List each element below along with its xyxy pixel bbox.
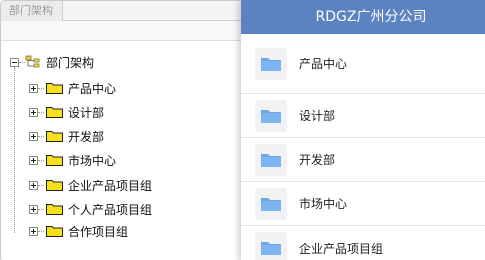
tree-item-label: 合作项目组 bbox=[68, 224, 129, 239]
collapse-icon[interactable] bbox=[10, 57, 19, 67]
blue-folder-icon bbox=[255, 48, 287, 80]
expand-icon[interactable] bbox=[29, 107, 38, 117]
tree-item-label: 产品中心 bbox=[68, 81, 117, 96]
org-tree-icon bbox=[25, 55, 40, 68]
tree-item-label: 企业产品项目组 bbox=[68, 178, 153, 193]
folder-icon bbox=[46, 180, 63, 191]
list-item-label: 设计部 bbox=[299, 109, 336, 123]
blue-folder-icon bbox=[255, 99, 287, 132]
list-item[interactable]: 开发部 bbox=[241, 138, 485, 182]
folder-icon bbox=[46, 83, 63, 94]
expand-icon[interactable] bbox=[29, 155, 38, 165]
tree-item-label: 个人产品项目组 bbox=[68, 202, 153, 217]
tree-item-label: 设计部 bbox=[68, 105, 105, 120]
expand-icon[interactable] bbox=[29, 83, 38, 93]
list-item[interactable]: 设计部 bbox=[241, 94, 485, 138]
tree-item-cooperation[interactable]: 合作项目组 bbox=[29, 221, 128, 241]
expand-icon[interactable] bbox=[29, 204, 38, 214]
expand-icon[interactable] bbox=[29, 131, 38, 141]
tree-root-label: 部门架构 bbox=[46, 55, 95, 70]
tree-item-label: 开发部 bbox=[68, 129, 105, 144]
list-item[interactable]: 市场中心 bbox=[241, 182, 485, 226]
folder-icon bbox=[46, 204, 63, 215]
tree-item-product-center[interactable]: 产品中心 bbox=[29, 78, 116, 98]
tree-item-marketing[interactable]: 市场中心 bbox=[29, 150, 116, 170]
folder-icon bbox=[46, 226, 63, 237]
branch-panel: RDGZ广州分公司 产品中心 设计部 开发部 市场中心 企业产品项目组 bbox=[241, 0, 485, 260]
tree-item-design[interactable]: 设计部 bbox=[29, 102, 104, 122]
folder-icon bbox=[46, 155, 63, 166]
blue-folder-icon bbox=[255, 232, 287, 260]
expand-icon[interactable] bbox=[29, 226, 38, 236]
list-item-label: 企业产品项目组 bbox=[299, 241, 384, 256]
list-item-label: 市场中心 bbox=[299, 197, 348, 211]
list-item[interactable]: 企业产品项目组 bbox=[241, 226, 485, 260]
tree-item-personal-product[interactable]: 个人产品项目组 bbox=[29, 199, 152, 219]
folder-icon bbox=[46, 107, 63, 118]
tree-item-label: 市场中心 bbox=[68, 153, 117, 168]
tree-root[interactable]: 部门架构 bbox=[10, 52, 94, 72]
list-item[interactable]: 产品中心 bbox=[241, 34, 485, 94]
list-item-label: 开发部 bbox=[299, 153, 336, 167]
tree-item-enterprise-product[interactable]: 企业产品项目组 bbox=[29, 175, 152, 195]
folder-icon bbox=[46, 131, 63, 142]
tree-item-development[interactable]: 开发部 bbox=[29, 126, 104, 146]
tree-connector-line bbox=[14, 67, 15, 233]
department-list: 产品中心 设计部 开发部 市场中心 企业产品项目组 bbox=[241, 34, 485, 260]
panel-header: RDGZ广州分公司 bbox=[241, 0, 485, 34]
list-item-label: 产品中心 bbox=[299, 57, 348, 71]
blue-folder-icon bbox=[255, 143, 287, 176]
blue-folder-icon bbox=[255, 187, 287, 220]
expand-icon[interactable] bbox=[29, 180, 38, 190]
tab-department-structure[interactable]: 部门架构 bbox=[1, 1, 63, 21]
